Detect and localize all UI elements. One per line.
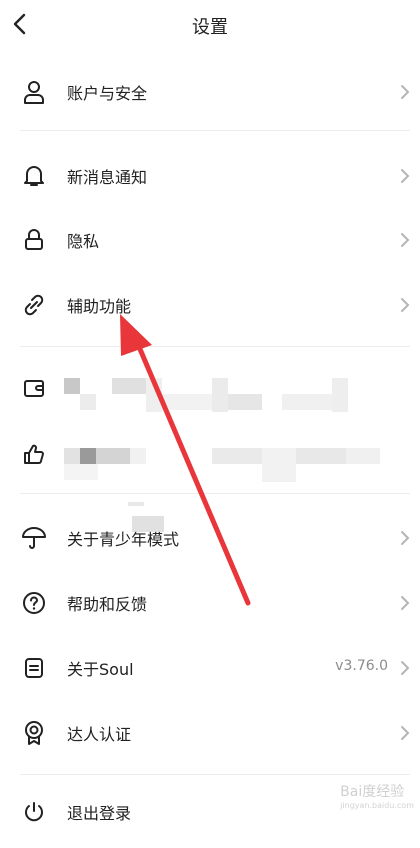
chevron-right-icon (401, 85, 410, 99)
settings-item-about[interactable]: 关于Soul v3.76.0 (0, 636, 420, 700)
thumbs-up-icon (20, 440, 48, 468)
settings-item-label: 达人认证 (67, 725, 132, 744)
page-title: 设置 (192, 17, 228, 38)
watermark: Bai度经验 jingyan.baidu.com (340, 784, 414, 810)
chevron-right-icon (401, 233, 410, 247)
settings-item-label: 新消息通知 (67, 168, 148, 187)
pixelated-mosaic (62, 366, 412, 506)
power-icon (20, 798, 48, 826)
question-icon (20, 589, 48, 617)
chevron-right-icon (401, 726, 410, 740)
lock-icon (20, 226, 48, 254)
settings-item-privacy[interactable]: 隐私 (0, 208, 420, 272)
divider (20, 130, 410, 131)
settings-item-account[interactable]: 账户与安全 (0, 60, 420, 124)
settings-item-label: 账户与安全 (67, 84, 148, 103)
settings-item-teen-mode[interactable]: 关于青少年模式 (0, 506, 420, 570)
wallet-icon (20, 374, 48, 402)
badge-icon (20, 719, 48, 747)
divider (20, 493, 410, 494)
version-value: v3.76.0 (335, 658, 388, 674)
document-icon (20, 654, 48, 682)
settings-item-expert[interactable]: 达人认证 (0, 701, 420, 765)
header: 设置 (0, 0, 420, 50)
chevron-right-icon (401, 298, 410, 312)
bell-icon (20, 162, 48, 190)
chevron-right-icon (401, 596, 410, 610)
chevron-right-icon (401, 531, 410, 545)
divider (20, 346, 410, 347)
settings-item-accessibility[interactable]: 辅助功能 (0, 273, 420, 337)
settings-item-label: 关于Soul (67, 660, 134, 679)
divider (20, 774, 410, 775)
umbrella-icon (20, 524, 48, 552)
person-icon (20, 78, 48, 106)
settings-item-label: 辅助功能 (67, 297, 132, 316)
settings-item-label: 退出登录 (67, 804, 132, 823)
chevron-right-icon (401, 661, 410, 675)
pixelated-patch (132, 516, 164, 532)
settings-item-help[interactable]: 帮助和反馈 (0, 571, 420, 635)
link-icon (20, 291, 48, 319)
chevron-right-icon (401, 169, 410, 183)
settings-item-label: 隐私 (67, 232, 100, 251)
settings-item-label: 帮助和反馈 (67, 595, 148, 614)
settings-item-notifications[interactable]: 新消息通知 (0, 144, 420, 208)
